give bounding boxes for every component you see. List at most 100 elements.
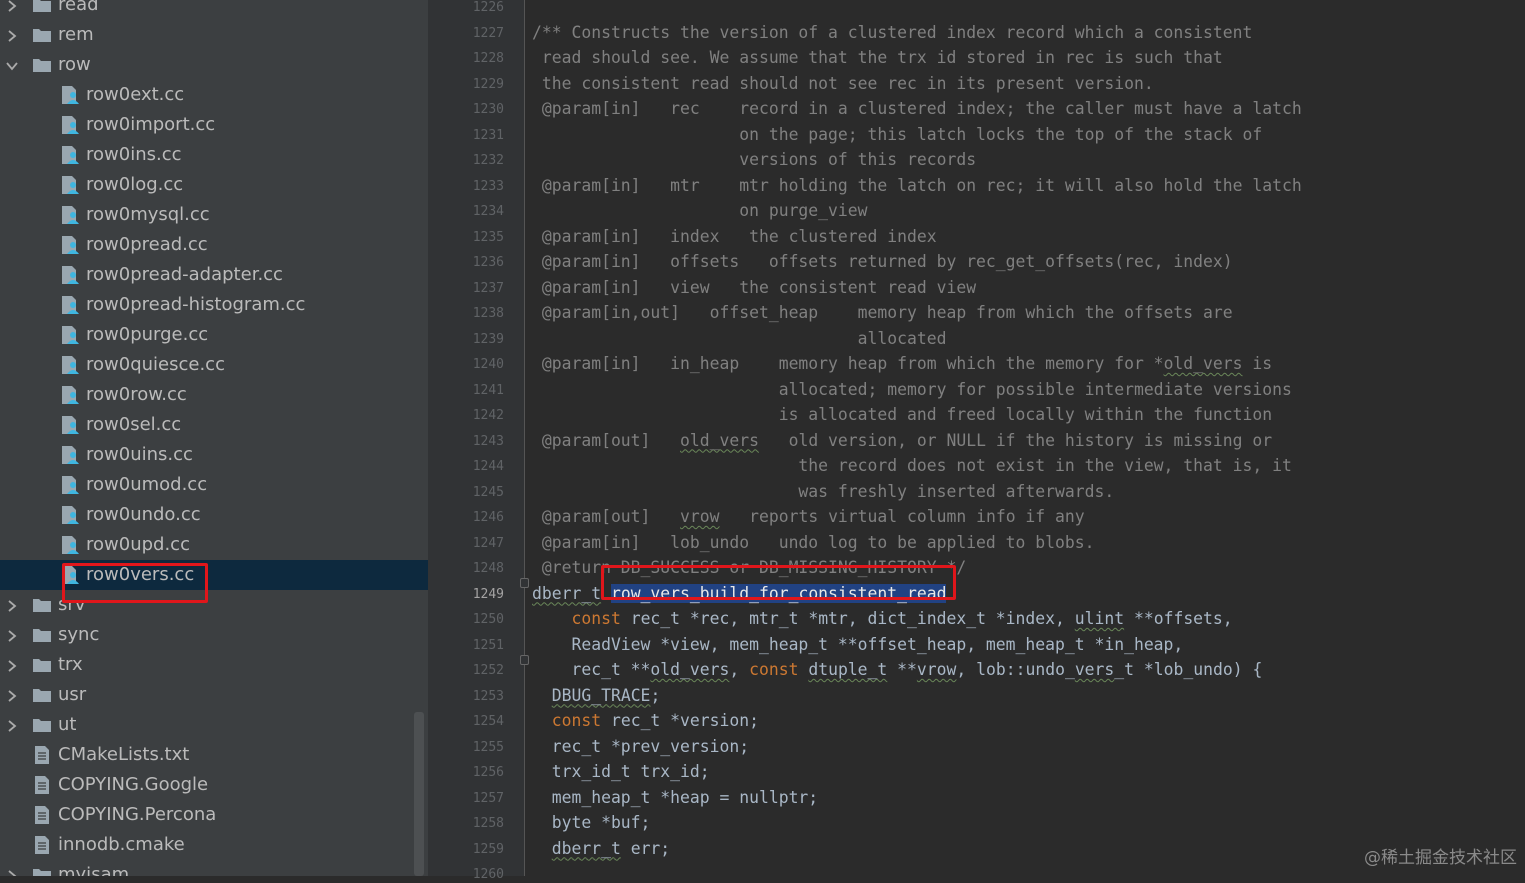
code-token: @param[in] rec record in a clustered ind…	[532, 99, 1302, 118]
code-line[interactable]: read should see. We assume that the trx …	[532, 48, 1223, 68]
code-line[interactable]: is allocated and freed locally within th…	[532, 405, 1272, 425]
code-line[interactable]: @param[in,out] offset_heap memory heap f…	[532, 303, 1233, 323]
code-line[interactable]: the record does not exist in the view, t…	[532, 456, 1291, 476]
code-line[interactable]: const rec_t *rec, mtr_t *mtr, dict_index…	[532, 609, 1232, 629]
chevron-right-icon[interactable]	[5, 628, 19, 642]
line-number: 1231	[472, 127, 504, 143]
tree-item-row[interactable]: row	[0, 50, 428, 80]
code-line[interactable]: @param[in] lob_undo undo log to be appli…	[532, 533, 1095, 553]
project-tree-panel[interactable]: read rem row row0ext.cc row0import.cc row0ins…	[0, 0, 428, 876]
code-line[interactable]: versions of this records	[532, 150, 976, 170]
code-line[interactable]: byte *buf;	[532, 813, 651, 833]
tree-item-row0pread-adapter-cc[interactable]: row0pread-adapter.cc	[0, 260, 428, 290]
chevron-right-icon[interactable]	[5, 868, 19, 876]
code-line[interactable]: const rec_t *version;	[532, 711, 759, 731]
tree-item-row0umod-cc[interactable]: row0umod.cc	[0, 470, 428, 500]
chevron-right-icon[interactable]	[5, 718, 19, 732]
tree-item-row0mysql-cc[interactable]: row0mysql.cc	[0, 200, 428, 230]
code-line[interactable]: trx_id_t trx_id;	[532, 762, 710, 782]
chevron-right-icon[interactable]	[5, 688, 19, 702]
line-number: 1238	[472, 306, 504, 321]
tree-item-row0upd-cc[interactable]: row0upd.cc	[0, 530, 428, 560]
tree-item-row0row-cc[interactable]: row0row.cc	[0, 380, 428, 410]
code-line[interactable]: ReadView *view, mem_heap_t **offset_heap…	[532, 635, 1183, 655]
line-number: 1244	[472, 459, 504, 474]
code-token: rec_t *version;	[601, 711, 759, 730]
line-number: 1256	[472, 765, 504, 780]
tree-item-row0undo-cc[interactable]: row0undo.cc	[0, 500, 428, 530]
code-editor[interactable]: /** Constructs the version of a clustere…	[525, 0, 1525, 876]
code-line[interactable]: @param[out] vrow reports virtual column …	[532, 507, 1085, 527]
tree-item-row0pread-cc[interactable]: row0pread.cc	[0, 230, 428, 260]
cpp-file-icon	[60, 506, 80, 524]
code-line[interactable]: @param[in] index the clustered index	[532, 227, 937, 247]
code-line[interactable]: rec_t **old_vers, const dtuple_t **vrow,…	[532, 660, 1262, 680]
chevron-right-icon[interactable]	[5, 598, 19, 612]
code-line[interactable]: @param[in] in_heap memory heap from whic…	[532, 354, 1272, 374]
code-token: const	[749, 660, 799, 679]
code-token: @param[out]	[532, 430, 681, 450]
tree-item-row0pread-histogram-cc[interactable]: row0pread-histogram.cc	[0, 290, 428, 320]
tree-item-usr[interactable]: usr	[0, 680, 428, 710]
tree-item-ut[interactable]: ut	[0, 710, 428, 740]
code-line[interactable]: allocated	[532, 329, 947, 349]
code-line[interactable]: dberr_t err;	[532, 839, 670, 859]
code-line[interactable]: @param[in] mtr mtr holding the latch on …	[532, 176, 1302, 196]
code-token: ;	[650, 685, 661, 705]
code-line[interactable]: @param[out] old_vers old version, or NUL…	[532, 431, 1272, 451]
tree-scrollbar[interactable]	[414, 712, 424, 876]
line-number: 1257	[472, 790, 504, 806]
chevron-right-icon[interactable]	[5, 0, 19, 12]
tree-item-row0import-cc[interactable]: row0import.cc	[0, 110, 428, 140]
code-line[interactable]: on purge_view	[532, 201, 867, 221]
chevron-right-icon[interactable]	[5, 28, 19, 42]
code-token: @param[in,out] offset_heap memory heap f…	[532, 303, 1233, 322]
tree-item-label: row0pread.cc	[86, 234, 208, 255]
code-line[interactable]: the consistent read should not see rec i…	[532, 74, 1154, 94]
tree-item-row0log-cc[interactable]: row0log.cc	[0, 170, 428, 200]
tree-item-row0sel-cc[interactable]: row0sel.cc	[0, 410, 428, 440]
tree-item-innodb-cmake[interactable]: innodb.cmake	[0, 830, 428, 860]
code-token: ReadView *view, mem_heap_t **offset_heap…	[532, 634, 1184, 654]
tree-item-row0ins-cc[interactable]: row0ins.cc	[0, 140, 428, 170]
code-line[interactable]: mem_heap_t *heap = nullptr;	[532, 788, 818, 808]
code-line[interactable]: on the page; this latch locks the top of…	[532, 125, 1262, 145]
chevron-down-icon[interactable]	[5, 58, 19, 72]
cpp-file-icon	[60, 356, 80, 374]
code-line[interactable]: allocated; memory for possible intermedi…	[532, 380, 1292, 400]
code-token: ulint	[1074, 609, 1125, 628]
code-line[interactable]: @param[in] rec record in a clustered ind…	[532, 99, 1302, 119]
tree-item-rem[interactable]: rem	[0, 20, 428, 50]
annotation-box-selected-file	[62, 563, 208, 603]
tree-item-copying-percona[interactable]: COPYING.Percona	[0, 800, 428, 830]
tree-item-sync[interactable]: sync	[0, 620, 428, 650]
code-line[interactable]: @param[in] offsets offsets returned by r…	[532, 252, 1233, 272]
tree-item-cmakelists-txt[interactable]: CMakeLists.txt	[0, 740, 428, 770]
code-line[interactable]: @param[in] view the consistent read view	[532, 278, 976, 298]
code-token: DBUG_TRACE	[551, 685, 651, 705]
chevron-right-icon[interactable]	[5, 658, 19, 672]
tree-item-row0uins-cc[interactable]: row0uins.cc	[0, 440, 428, 470]
tree-item-trx[interactable]: trx	[0, 650, 428, 680]
tree-item-copying-google[interactable]: COPYING.Google	[0, 770, 428, 800]
tree-item-row0ext-cc[interactable]: row0ext.cc	[0, 80, 428, 110]
folder-icon	[32, 26, 52, 44]
folder-icon	[32, 716, 52, 734]
tree-item-label: row0sel.cc	[86, 414, 182, 435]
tree-item-read[interactable]: read	[0, 0, 428, 20]
tree-item-label: row0purge.cc	[86, 324, 209, 345]
tree-item-myisam[interactable]: myisam	[0, 860, 428, 876]
code-line[interactable]: rec_t *prev_version;	[532, 737, 749, 757]
code-line[interactable]: /** Constructs the version of a clustere…	[532, 23, 1252, 43]
code-line[interactable]: was freshly inserted afterwards.	[532, 482, 1114, 502]
tree-item-row0quiesce-cc[interactable]: row0quiesce.cc	[0, 350, 428, 380]
code-token: trx_id_t trx_id;	[532, 762, 710, 781]
code-line[interactable]: DBUG_TRACE;	[532, 685, 661, 706]
code-token: @param[in] mtr mtr holding the latch on …	[532, 175, 1302, 195]
code-token: is allocated and freed locally within th…	[532, 405, 1273, 424]
annotation-box-function-name	[601, 565, 956, 600]
tree-item-row0purge-cc[interactable]: row0purge.cc	[0, 320, 428, 350]
